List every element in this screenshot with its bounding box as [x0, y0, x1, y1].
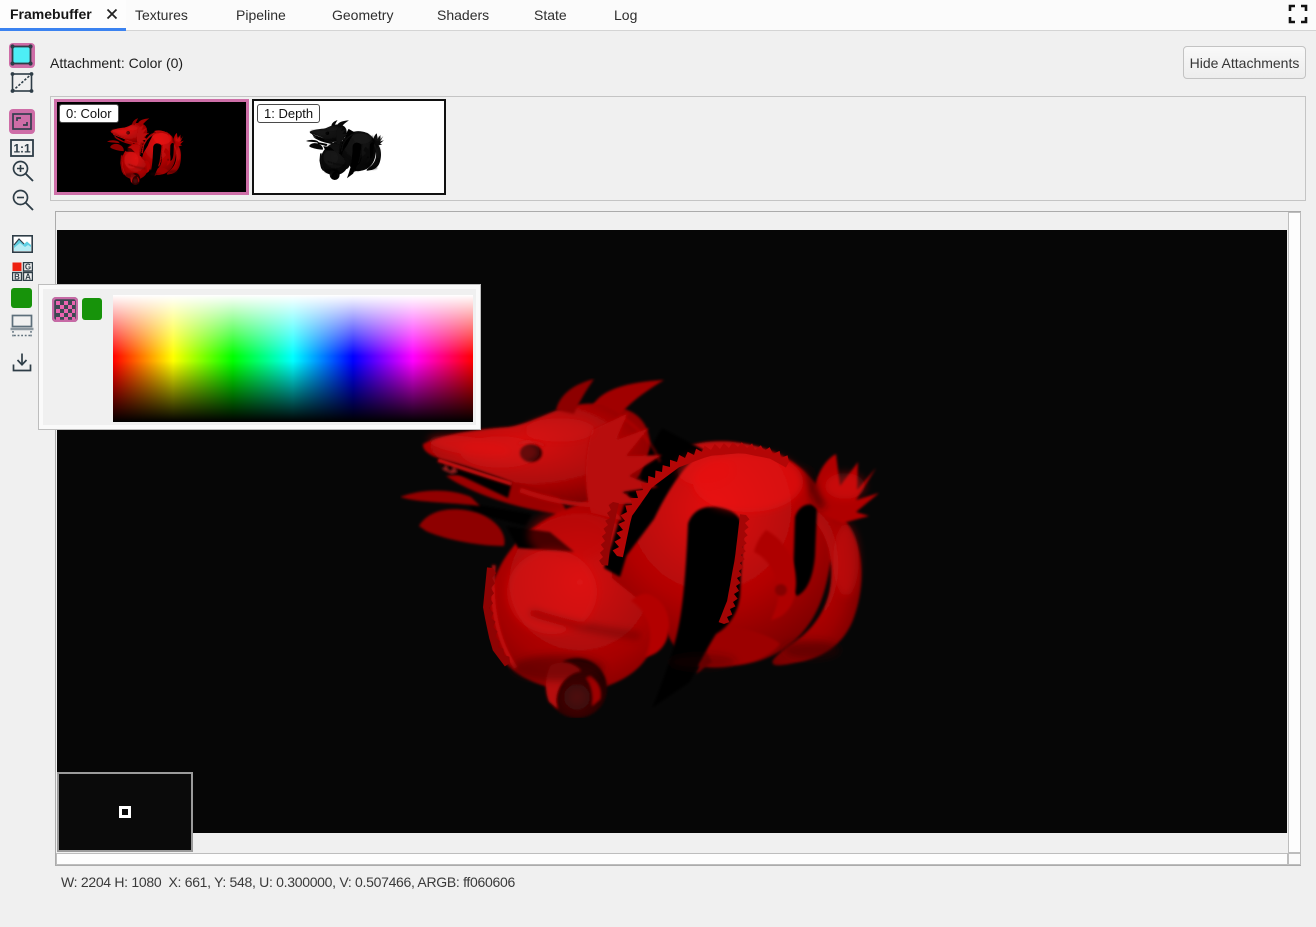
svg-text:A: A	[25, 272, 31, 281]
svg-text:1:1: 1:1	[13, 142, 31, 156]
svg-text:G: G	[25, 263, 31, 272]
svg-text:B: B	[14, 272, 20, 281]
